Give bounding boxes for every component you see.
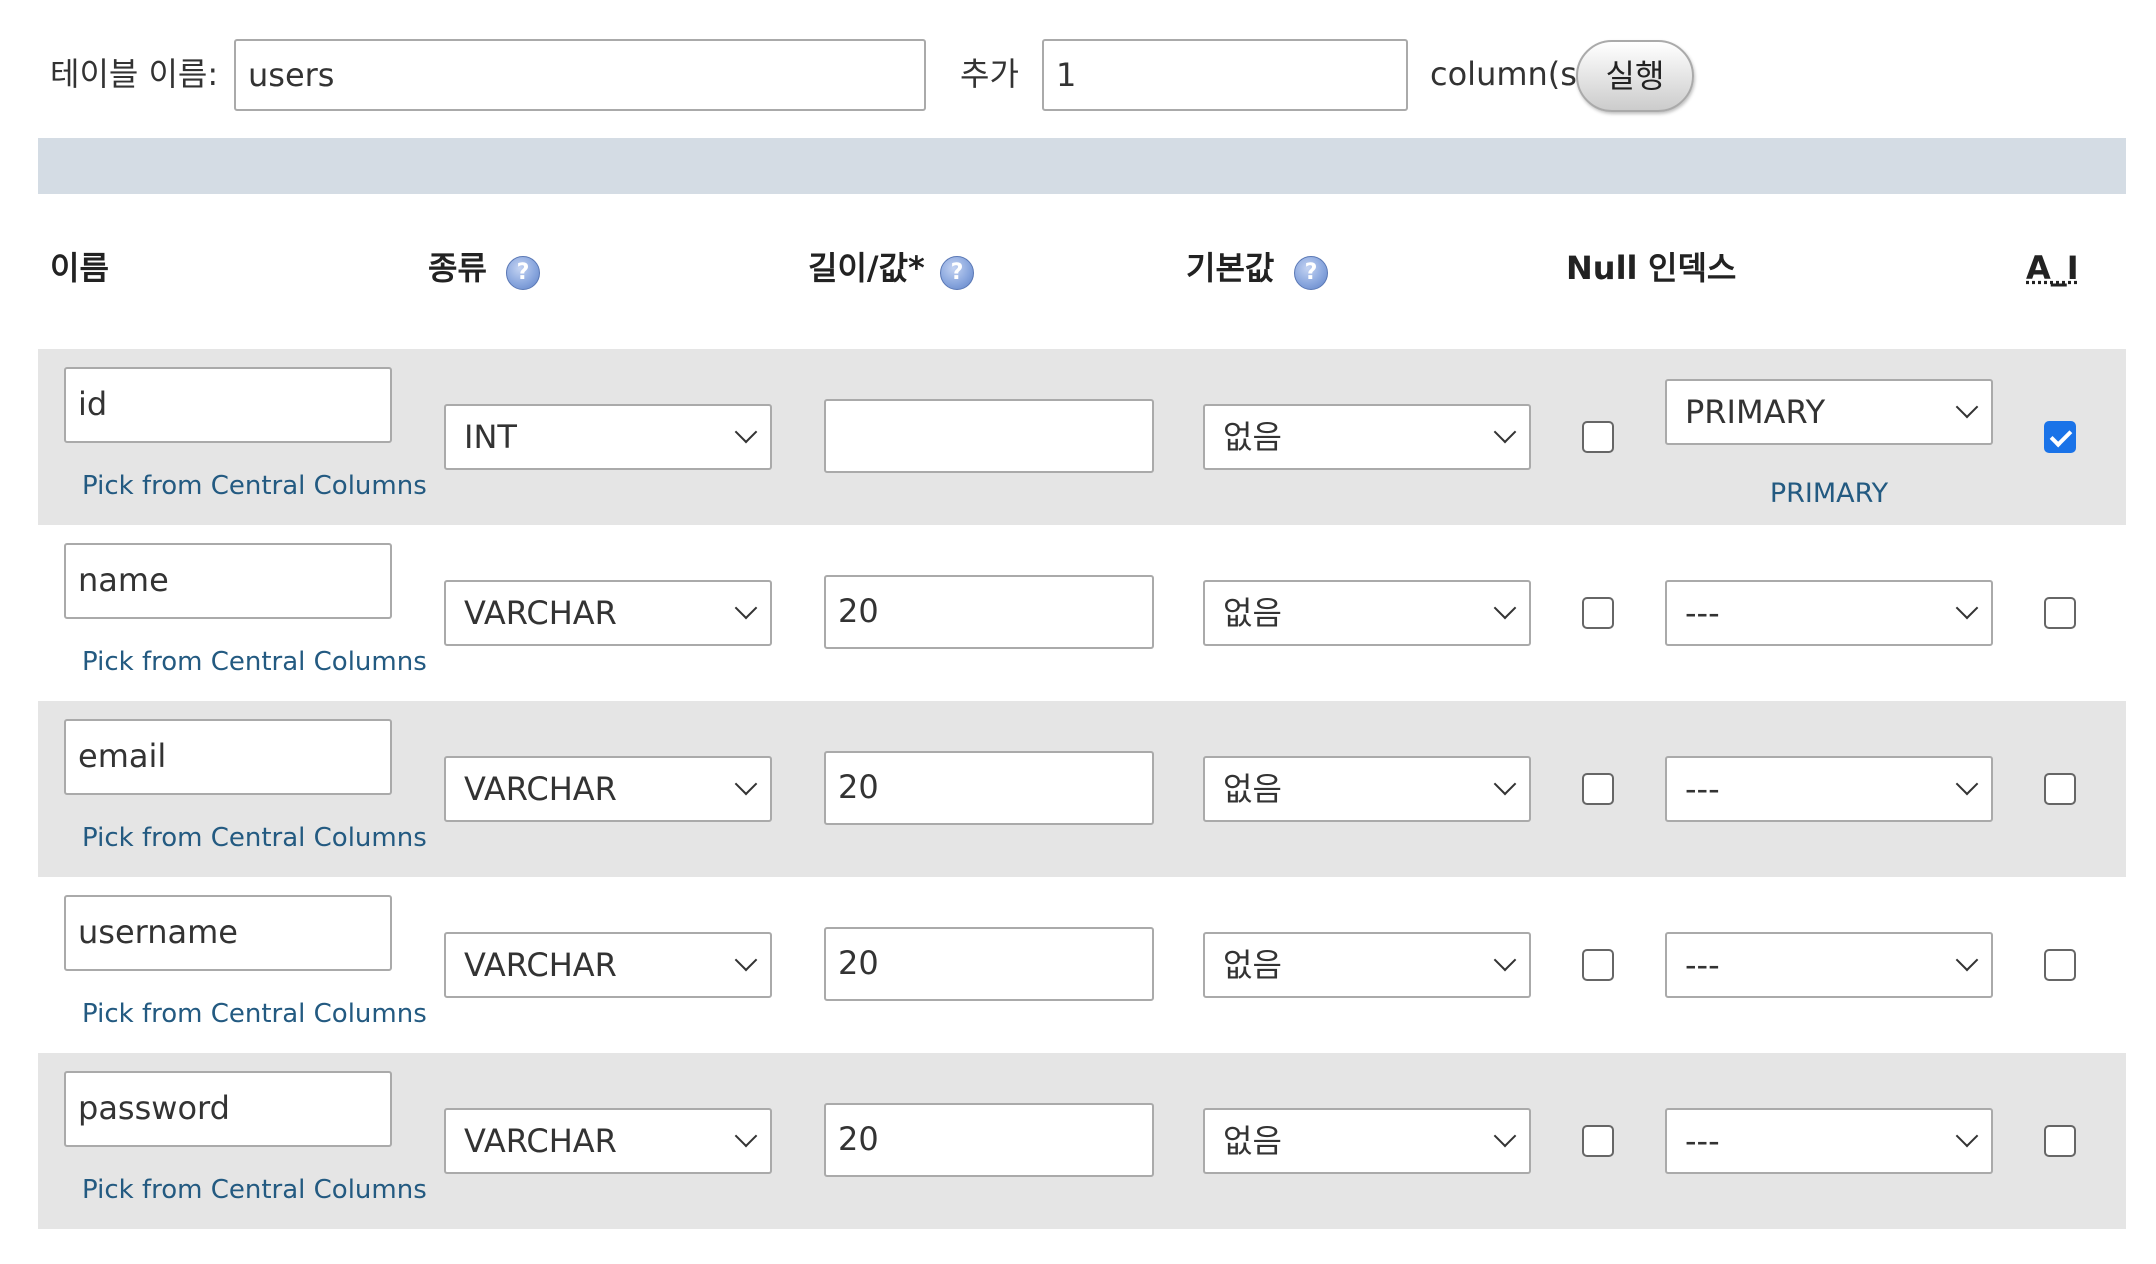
header-index: 인덱스: [1648, 249, 1737, 287]
header-default: 기본값: [1186, 249, 1275, 287]
pick-central-columns-link[interactable]: Pick from Central Columns: [82, 1173, 427, 1207]
pick-central-columns-link[interactable]: Pick from Central Columns: [82, 645, 427, 679]
chevron-down-icon: [734, 420, 758, 444]
table-name-input[interactable]: users: [234, 39, 926, 111]
chevron-down-icon: [1493, 1124, 1517, 1148]
column-index-select[interactable]: ---: [1665, 756, 1993, 822]
column-default-select[interactable]: 없음: [1203, 404, 1531, 470]
column-default-value: 없음: [1223, 770, 1282, 808]
chevron-down-icon: [1493, 596, 1517, 620]
type-help-icon[interactable]: ?: [506, 256, 540, 290]
chevron-down-icon: [1955, 596, 1979, 620]
null-checkbox[interactable]: [1582, 1125, 1614, 1157]
column-index-select[interactable]: ---: [1665, 932, 1993, 998]
column-length-input[interactable]: 20: [824, 1103, 1154, 1177]
null-checkbox[interactable]: [1582, 597, 1614, 629]
chevron-down-icon: [1955, 772, 1979, 796]
chevron-down-icon: [734, 772, 758, 796]
chevron-down-icon: [1955, 948, 1979, 972]
column-name-input[interactable]: username: [64, 895, 392, 971]
chevron-down-icon: [734, 596, 758, 620]
column-default-value: 없음: [1223, 418, 1282, 456]
column-type-value: VARCHAR: [464, 594, 617, 632]
section-divider-band: [38, 138, 2126, 194]
column-row: name Pick from Central Columns VARCHAR 2…: [38, 525, 2126, 701]
column-type-value: VARCHAR: [464, 1122, 617, 1160]
column-type-select[interactable]: VARCHAR: [444, 1108, 772, 1174]
column-index-value: ---: [1685, 1122, 1720, 1160]
chevron-down-icon: [1493, 420, 1517, 444]
column-default-select[interactable]: 없음: [1203, 932, 1531, 998]
column-default-value: 없음: [1223, 946, 1282, 984]
header-name: 이름: [50, 249, 109, 287]
header-type: 종류: [428, 249, 487, 287]
chevron-down-icon: [1955, 395, 1979, 419]
column-default-select[interactable]: 없음: [1203, 1108, 1531, 1174]
column-row: password Pick from Central Columns VARCH…: [38, 1053, 2126, 1229]
null-checkbox[interactable]: [1582, 421, 1614, 453]
auto-increment-checkbox[interactable]: [2044, 949, 2076, 981]
column-row: id Pick from Central Columns INT 없음 PRIM…: [38, 349, 2126, 525]
column-index-value: ---: [1685, 770, 1720, 808]
chevron-down-icon: [1493, 948, 1517, 972]
auto-increment-checkbox[interactable]: [2044, 421, 2076, 453]
column-index-value: ---: [1685, 594, 1720, 632]
column-index-select[interactable]: ---: [1665, 1108, 1993, 1174]
default-help-icon[interactable]: ?: [1294, 256, 1328, 290]
column-type-select[interactable]: INT: [444, 404, 772, 470]
chevron-down-icon: [734, 948, 758, 972]
column-length-input[interactable]: 20: [824, 575, 1154, 649]
column-type-select[interactable]: VARCHAR: [444, 756, 772, 822]
pick-central-columns-link[interactable]: Pick from Central Columns: [82, 997, 427, 1031]
null-checkbox[interactable]: [1582, 949, 1614, 981]
column-index-select[interactable]: PRIMARY: [1665, 379, 1993, 445]
column-type-value: INT: [464, 418, 517, 456]
columns-suffix-label: column(s): [1430, 55, 1590, 93]
header-length: 길이/값*: [808, 249, 925, 287]
column-index-value: ---: [1685, 946, 1720, 984]
column-name-input[interactable]: id: [64, 367, 392, 443]
chevron-down-icon: [1955, 1124, 1979, 1148]
column-length-input[interactable]: [824, 399, 1154, 473]
column-default-select[interactable]: 없음: [1203, 756, 1531, 822]
chevron-down-icon: [1493, 772, 1517, 796]
column-default-value: 없음: [1223, 594, 1282, 632]
column-type-select[interactable]: VARCHAR: [444, 580, 772, 646]
column-length-input[interactable]: 20: [824, 751, 1154, 825]
column-default-value: 없음: [1223, 1122, 1282, 1160]
add-column-count-input[interactable]: 1: [1042, 39, 1408, 111]
column-index-select[interactable]: ---: [1665, 580, 1993, 646]
column-length-input[interactable]: 20: [824, 927, 1154, 1001]
column-name-input[interactable]: name: [64, 543, 392, 619]
auto-increment-checkbox[interactable]: [2044, 1125, 2076, 1157]
auto-increment-checkbox[interactable]: [2044, 597, 2076, 629]
column-name-input[interactable]: password: [64, 1071, 392, 1147]
column-row: username Pick from Central Columns VARCH…: [38, 877, 2126, 1053]
length-help-icon[interactable]: ?: [940, 256, 974, 290]
go-button[interactable]: 실행: [1576, 40, 1694, 112]
column-type-value: VARCHAR: [464, 770, 617, 808]
add-columns-label: 추가: [960, 55, 1019, 93]
header-null: Null: [1566, 249, 1638, 287]
column-row: email Pick from Central Columns VARCHAR …: [38, 701, 2126, 877]
column-name-input[interactable]: email: [64, 719, 392, 795]
header-auto-increment[interactable]: A_I: [2026, 246, 2079, 290]
table-name-label: 테이블 이름:: [50, 55, 219, 93]
pick-central-columns-link[interactable]: Pick from Central Columns: [82, 821, 427, 855]
null-checkbox[interactable]: [1582, 773, 1614, 805]
table-toolbar: 테이블 이름: users 추가 1 column(s) 실행: [0, 0, 2156, 130]
index-info-link[interactable]: PRIMARY: [1665, 477, 1993, 511]
pick-central-columns-link[interactable]: Pick from Central Columns: [82, 469, 427, 503]
column-index-value: PRIMARY: [1685, 393, 1826, 431]
auto-increment-checkbox[interactable]: [2044, 773, 2076, 805]
column-type-value: VARCHAR: [464, 946, 617, 984]
column-type-select[interactable]: VARCHAR: [444, 932, 772, 998]
chevron-down-icon: [734, 1124, 758, 1148]
column-default-select[interactable]: 없음: [1203, 580, 1531, 646]
